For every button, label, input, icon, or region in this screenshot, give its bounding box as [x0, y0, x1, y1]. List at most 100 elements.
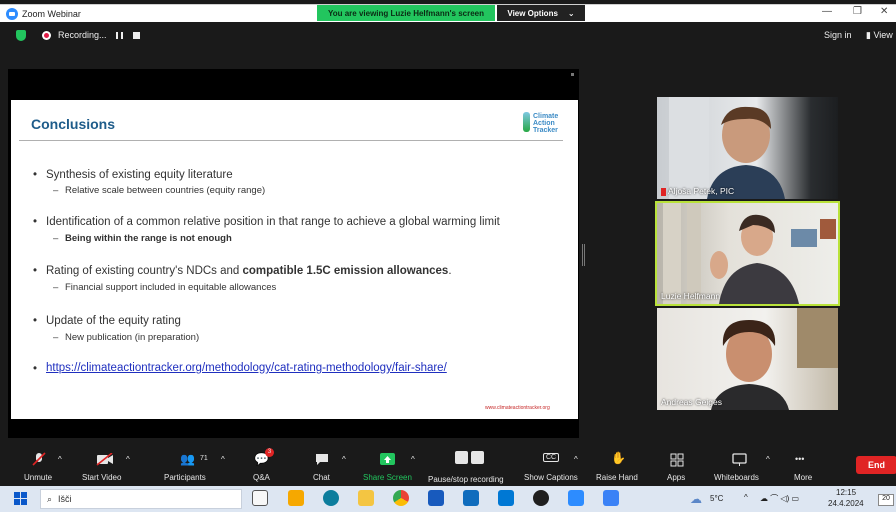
mail-icon[interactable] [463, 490, 479, 506]
screen-dot [571, 73, 574, 76]
close-button[interactable]: ✕ [880, 6, 888, 17]
share-screen-label: Share Screen [363, 473, 412, 482]
zoom-app-icon [6, 7, 18, 20]
zoom-taskbar-icon[interactable] [568, 490, 584, 506]
pause-stop-recording-button[interactable]: Pause/stop recording [425, 450, 517, 484]
apps-icon [670, 453, 684, 467]
participants-count: 71 [200, 455, 208, 462]
bullet-3: Rating of existing country's NDCs and co… [46, 265, 452, 277]
search-placeholder: Išči [58, 494, 72, 504]
chrome-icon[interactable] [393, 490, 409, 506]
participant-tile[interactable]: Andreas Geiges [657, 308, 838, 410]
caret-icon[interactable]: ^ [574, 455, 578, 464]
cat-logo-text: Climate Action Tracker [533, 113, 558, 134]
muted-mic-icon [661, 187, 666, 196]
view-button[interactable]: ▮ View [866, 30, 893, 41]
raise-hand-label: Raise Hand [596, 473, 638, 482]
video-off-icon [96, 453, 113, 466]
security-shield-icon[interactable] [16, 30, 26, 41]
photos-icon[interactable] [603, 490, 619, 506]
pause-recording-icon[interactable] [116, 32, 123, 39]
chat-label: Chat [313, 473, 330, 482]
apps-button[interactable]: Apps [664, 450, 692, 484]
participant-name: Luzie Helfmann [661, 291, 721, 301]
bullet-1: Synthesis of existing equity literature [46, 169, 233, 181]
task-view-icon[interactable] [252, 490, 268, 506]
chevron-down-icon: ⌄ [567, 8, 575, 18]
caret-icon[interactable]: ^ [342, 455, 346, 464]
restore-button[interactable]: ❐ [853, 6, 862, 17]
view-options-button[interactable]: View Options ⌄ [497, 5, 585, 21]
windows-start-icon[interactable] [14, 492, 28, 506]
cc-icon: CC [543, 453, 560, 462]
share-screen-icon [380, 453, 395, 465]
weather-temp[interactable]: 5°C [710, 494, 723, 503]
clock-time[interactable]: 12:15 [836, 488, 856, 497]
share-screen-button[interactable]: Share Screen [360, 450, 416, 484]
slide-footer-url: www.climateactiontracker.org [485, 405, 550, 411]
caret-icon[interactable]: ^ [58, 455, 62, 464]
clock-date[interactable]: 24.4.2024 [828, 499, 864, 508]
dash-marker: – [53, 332, 59, 343]
file-explorer-icon[interactable] [358, 490, 374, 506]
participants-button[interactable]: 👥 71 Participants [160, 450, 222, 484]
weather-icon: ☁ [690, 492, 702, 506]
word-icon[interactable] [428, 490, 444, 506]
bullet-1-sub: Relative scale between countries (equity… [65, 185, 266, 196]
apps-label: Apps [667, 473, 686, 482]
chat-icon [316, 454, 328, 465]
bullet-marker: • [33, 363, 38, 375]
whiteboards-button[interactable]: Whiteboards [712, 450, 768, 484]
minimize-button[interactable]: — [822, 6, 832, 17]
pause-icon [455, 451, 468, 464]
hand-icon: ✋ [611, 451, 626, 465]
window-title: Zoom Webinar [22, 8, 81, 19]
edge-icon[interactable] [323, 490, 339, 506]
participant-tile-active[interactable]: Luzie Helfmann [655, 201, 840, 306]
more-button[interactable]: ••• More [790, 450, 820, 484]
notification-badge[interactable]: 20 [878, 494, 894, 506]
slide-divider [19, 140, 563, 141]
fair-share-link[interactable]: https://climateactiontracker.org/methodo… [46, 362, 447, 374]
bullet-3-post: . [448, 265, 452, 277]
show-captions-label: Show Captions [524, 473, 578, 482]
widgets-icon[interactable] [288, 490, 304, 506]
stop-recording-icon[interactable] [133, 32, 140, 39]
bullet-3-bold: compatible 1.5C emission allowances [242, 265, 449, 277]
chat-button[interactable]: Chat [308, 450, 336, 484]
unmute-button[interactable]: Unmute [20, 450, 70, 484]
view-options-label: View Options [507, 8, 558, 18]
qa-badge: 3 [265, 448, 274, 457]
logo-line-3: Tracker [533, 127, 558, 134]
participants-label: Participants [164, 473, 206, 482]
bullet-4-sub: New publication (in preparation) [65, 332, 200, 343]
tray-icons[interactable]: ☁ ⌒ ◁) ▭ [760, 493, 799, 504]
end-button[interactable]: End [856, 456, 896, 474]
caret-icon[interactable]: ^ [221, 455, 225, 464]
outlook-icon[interactable] [498, 490, 514, 506]
logo-line-1: Climate [533, 113, 559, 120]
whiteboard-icon [732, 453, 747, 466]
thermometer-logo-icon [523, 112, 530, 132]
taskbar-search[interactable]: ⌕ Išči [40, 489, 242, 509]
bullet-marker: • [33, 315, 38, 327]
bullet-2: Identification of a common relative posi… [46, 216, 500, 228]
caret-icon[interactable]: ^ [126, 455, 130, 464]
dash-marker: – [53, 282, 59, 293]
qa-button[interactable]: 💬 3 Q&A [250, 448, 276, 484]
view-label: View [873, 30, 893, 40]
resize-handle[interactable] [582, 244, 585, 266]
media-player-icon[interactable] [533, 490, 549, 506]
dash-marker: – [53, 185, 59, 196]
tray-overflow-icon[interactable]: ^ [744, 493, 748, 502]
more-dots-icon: ••• [795, 454, 805, 464]
participant-video [669, 97, 785, 199]
participant-tile[interactable]: Aljoša Petek, PIC [657, 97, 838, 199]
raise-hand-button[interactable]: ✋ Raise Hand [594, 450, 644, 484]
sign-in-link[interactable]: Sign in [824, 30, 852, 40]
bullet-2-sub: Being within the range is not enough [65, 233, 232, 244]
caret-icon[interactable]: ^ [411, 455, 415, 464]
recording-status: Recording... [58, 30, 107, 40]
mic-off-icon [32, 452, 46, 466]
caret-icon[interactable]: ^ [766, 455, 770, 464]
